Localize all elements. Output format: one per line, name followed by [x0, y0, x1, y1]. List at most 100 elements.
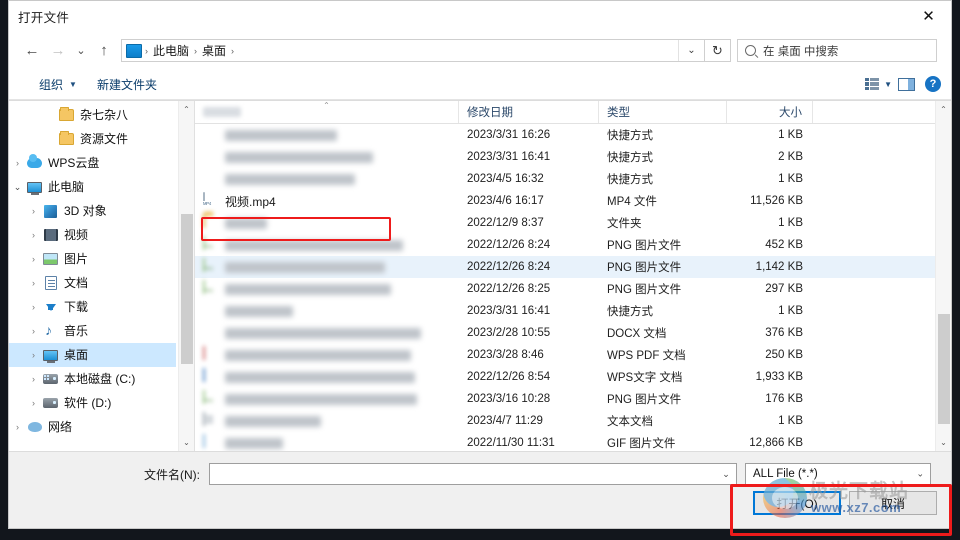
expand-chevron-icon[interactable]: › [25, 326, 42, 336]
file-name-redacted [225, 261, 385, 273]
table-row[interactable]: 2023/3/31 16:41 快捷方式 1 KB [195, 300, 951, 322]
change-view-button[interactable]: ▼ [859, 76, 898, 92]
expand-chevron-icon[interactable]: ⌄ [9, 182, 26, 193]
sidebar-item-6[interactable]: › 图片 [9, 247, 176, 271]
file-size-cell: 1 KB [778, 305, 803, 317]
sidebar-item-1[interactable]: 资源文件 [9, 127, 176, 151]
column-headers: ⌃ 修改日期 类型 大小 [195, 101, 951, 124]
png-file-icon [203, 280, 219, 297]
expand-chevron-icon[interactable]: › [25, 230, 42, 240]
breadcrumb-item-this-pc[interactable]: 此电脑 [149, 42, 193, 59]
column-header-name[interactable]: ⌃ [195, 101, 459, 123]
downloads-icon [42, 299, 59, 315]
file-date-cell: 2022/12/26 8:24 [467, 239, 551, 251]
sidebar-item-label: 音乐 [64, 324, 89, 338]
sidebar-scroll-track[interactable] [179, 118, 194, 434]
table-row[interactable]: 视频.mp4 2023/4/6 16:17 MP4 文件 11,526 KB [195, 190, 951, 212]
dialog-body: 杂七杂八资源文件›WPS云盘⌄此电脑›3D 对象›视频›图片›文档›下载›音乐›… [9, 100, 951, 451]
organize-button[interactable]: 组织 ▼ [29, 73, 87, 96]
close-icon[interactable]: ✕ [906, 1, 951, 32]
table-row[interactable]: 2023/4/5 16:32 快捷方式 1 KB [195, 168, 951, 190]
table-row[interactable]: 2023/3/16 10:28 PNG 图片文件 176 KB [195, 388, 951, 410]
file-size-cell: 1 KB [778, 129, 803, 141]
file-type-filter[interactable]: ALL File (*.*) ⌄ [745, 463, 931, 485]
table-row[interactable]: 2023/2/28 10:55 DOCX 文档 376 KB [195, 322, 951, 344]
sidebar-item-7[interactable]: › 文档 [9, 271, 176, 295]
chevron-down-icon: ▼ [69, 79, 77, 89]
disk-windows-icon [42, 371, 59, 387]
expand-chevron-icon[interactable]: › [25, 398, 42, 408]
search-placeholder: 在 桌面 中搜索 [763, 45, 839, 58]
table-row[interactable]: 2023/3/28 8:46 WPS PDF 文档 250 KB [195, 344, 951, 366]
forward-button[interactable]: → [45, 38, 71, 64]
refresh-icon[interactable]: ↻ [705, 39, 731, 62]
table-row[interactable]: 2023/4/7 11:29 文本文档 1 KB [195, 410, 951, 432]
sidebar-item-9[interactable]: › 音乐 [9, 319, 176, 343]
expand-chevron-icon[interactable]: › [9, 158, 26, 168]
recent-locations-button[interactable]: ⌄ [71, 38, 91, 64]
sidebar-item-10[interactable]: › 桌面 [9, 343, 176, 367]
table-row[interactable]: 2023/3/31 16:26 快捷方式 1 KB [195, 124, 951, 146]
filelist-scroll-thumb[interactable] [938, 314, 950, 424]
table-row[interactable]: 2022/12/26 8:25 PNG 图片文件 297 KB [195, 278, 951, 300]
file-date-cell: 2023/3/31 16:41 [467, 151, 551, 163]
sidebar-scroll-down-icon[interactable]: ⌄ [179, 434, 194, 451]
back-button[interactable]: ← [19, 38, 45, 64]
table-row[interactable]: 2022/12/9 8:37 文件夹 1 KB [195, 212, 951, 234]
sidebar-item-13[interactable]: › 网络 [9, 415, 176, 439]
up-button[interactable]: ↑ [91, 38, 117, 64]
address-bar[interactable]: › 此电脑 › 桌面 › ⌄ [121, 39, 705, 62]
search-input[interactable]: 在 桌面 中搜索 [737, 39, 937, 62]
table-row[interactable]: 2022/11/30 11:31 GIF 图片文件 12,866 KB [195, 432, 951, 451]
filelist-scroll-track[interactable] [936, 118, 951, 434]
expand-chevron-icon[interactable]: › [25, 302, 42, 312]
filelist-scroll-down-icon[interactable]: ⌄ [936, 434, 951, 451]
file-name-redacted [225, 349, 411, 361]
open-button[interactable]: 打开(O) [753, 491, 841, 515]
sidebar-item-11[interactable]: › 本地磁盘 (C:) [9, 367, 176, 391]
expand-chevron-icon[interactable]: › [25, 350, 42, 360]
column-header-date[interactable]: 修改日期 [459, 101, 599, 123]
expand-chevron-icon[interactable]: › [25, 278, 42, 288]
filelist-scroll-up-icon[interactable]: ⌃ [936, 101, 951, 118]
address-dropdown-icon[interactable]: ⌄ [678, 40, 704, 61]
file-list-scrollbar[interactable]: ⌃ ⌄ [935, 101, 951, 451]
new-folder-button[interactable]: 新建文件夹 [87, 73, 167, 96]
screenshot-root: 打开文件 ✕ ← → ⌄ ↑ › 此电脑 › 桌面 › ⌄ ↻ 在 桌面 中搜索 [0, 0, 960, 540]
table-row[interactable]: 2022/12/26 8:24 PNG 图片文件 1,142 KB [195, 256, 951, 278]
help-icon[interactable]: ? [925, 76, 941, 92]
sidebar-scrollbar[interactable]: ⌃ ⌄ [178, 101, 194, 451]
sidebar-item-12[interactable]: › 软件 (D:) [9, 391, 176, 415]
sidebar-item-8[interactable]: › 下载 [9, 295, 176, 319]
table-row[interactable]: 2023/3/31 16:41 快捷方式 2 KB [195, 146, 951, 168]
sidebar-scroll-up-icon[interactable]: ⌃ [179, 101, 194, 118]
dialog-footer: 文件名(N): ⌄ ALL File (*.*) ⌄ 打开(O) 取消 极光下载… [9, 451, 951, 528]
sidebar-item-3[interactable]: ⌄ 此电脑 [9, 175, 176, 199]
breadcrumb-item-desktop[interactable]: 桌面 [198, 42, 230, 59]
file-name-cell [195, 303, 459, 319]
filename-dropdown-icon[interactable]: ⌄ [716, 464, 736, 484]
file-name-redacted [225, 217, 267, 229]
cancel-button[interactable]: 取消 [849, 491, 937, 515]
expand-chevron-icon[interactable]: › [25, 374, 42, 384]
expand-chevron-icon[interactable]: › [25, 254, 42, 264]
table-row[interactable]: 2022/12/26 8:54 WPS文字 文档 1,933 KB [195, 366, 951, 388]
folder-icon [203, 214, 219, 231]
sidebar-item-2[interactable]: › WPS云盘 [9, 151, 176, 175]
column-header-size[interactable]: 大小 [727, 101, 813, 123]
address-row: ← → ⌄ ↑ › 此电脑 › 桌面 › ⌄ ↻ 在 桌面 中搜索 [9, 32, 951, 69]
navigation-pane: 杂七杂八资源文件›WPS云盘⌄此电脑›3D 对象›视频›图片›文档›下载›音乐›… [9, 101, 195, 451]
sidebar-item-5[interactable]: › 视频 [9, 223, 176, 247]
table-row[interactable]: 2022/12/26 8:24 PNG 图片文件 452 KB [195, 234, 951, 256]
sidebar-item-4[interactable]: › 3D 对象 [9, 199, 176, 223]
file-name-redacted [225, 173, 355, 185]
filename-input[interactable]: ⌄ [209, 463, 737, 485]
sidebar-scroll-thumb[interactable] [181, 214, 193, 364]
expand-chevron-icon[interactable]: › [9, 422, 26, 432]
sidebar-item-0[interactable]: 杂七杂八 [9, 103, 176, 127]
expand-chevron-icon[interactable]: › [25, 206, 42, 216]
column-header-type[interactable]: 类型 [599, 101, 727, 123]
preview-pane-icon[interactable] [898, 77, 915, 91]
file-name-cell [195, 325, 459, 341]
sidebar-item-label: 视频 [64, 228, 89, 242]
